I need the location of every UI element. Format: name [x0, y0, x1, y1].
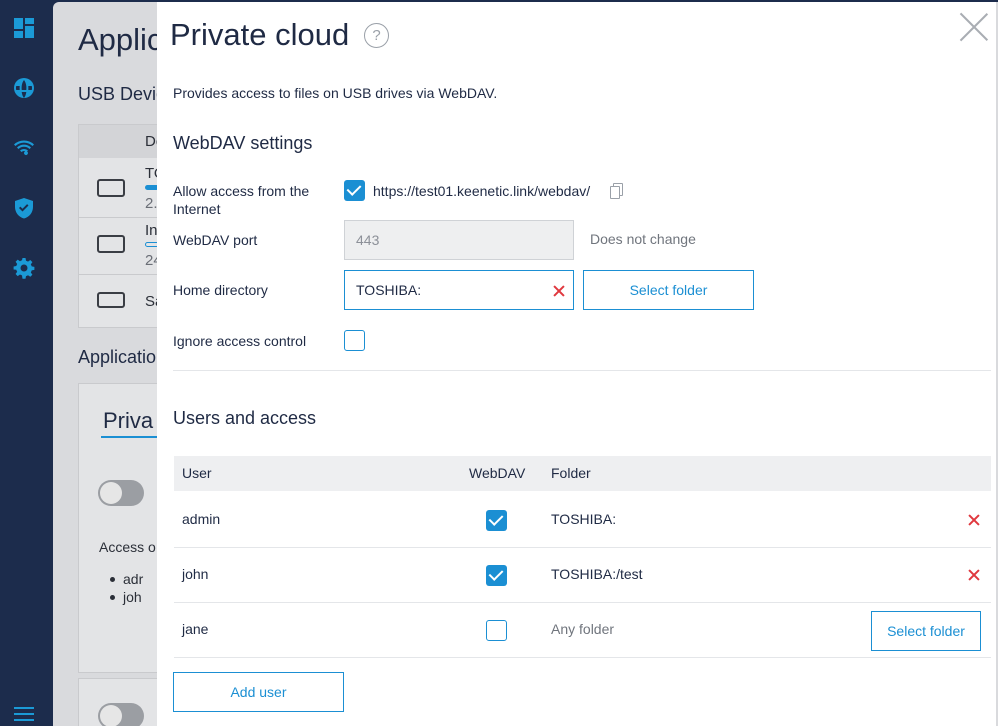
divider	[173, 370, 991, 371]
table-row: admin TOSHIBA:	[174, 493, 991, 548]
clear-icon[interactable]	[553, 285, 565, 297]
users-access-heading: Users and access	[173, 408, 317, 428]
webdav-port-label: WebDAV port	[173, 232, 258, 248]
list-item: adr	[123, 571, 144, 587]
webdav-port-input: 443	[344, 220, 574, 260]
webdav-settings-heading: WebDAV settings	[173, 133, 313, 153]
shield-icon[interactable]	[13, 197, 35, 219]
list-item: joh	[123, 589, 142, 605]
menu-icon[interactable]	[13, 703, 35, 725]
column-user: User	[182, 465, 212, 481]
wifi-icon[interactable]	[13, 136, 35, 158]
webdav-checkbox[interactable]	[486, 565, 507, 586]
private-cloud-panel: Private cloud ? Provides access to files…	[157, 2, 996, 726]
table-row: jane Any folder Select folder	[174, 603, 991, 658]
printer-icon	[97, 292, 125, 308]
column-folder: Folder	[551, 465, 591, 481]
user-name: john	[182, 566, 209, 582]
port-hint: Does not change	[590, 231, 696, 247]
applications-heading: Applicatio	[78, 347, 157, 367]
gear-icon[interactable]	[13, 257, 35, 279]
select-folder-button[interactable]: Select folder	[871, 611, 981, 651]
column-webdav: WebDAV	[469, 465, 526, 481]
globe-icon[interactable]	[13, 77, 35, 99]
panel-title: Private cloud	[170, 17, 350, 52]
select-folder-button[interactable]: Select folder	[583, 270, 754, 310]
app-card	[78, 678, 168, 726]
add-user-button[interactable]: Add user	[173, 672, 344, 712]
usb-devices-heading: USB Devic	[78, 84, 166, 104]
card-tab: Priva	[103, 408, 154, 433]
help-icon[interactable]: ?	[364, 23, 389, 48]
close-icon[interactable]	[959, 12, 989, 42]
user-folder: TOSHIBA:	[551, 511, 617, 527]
copy-icon[interactable]	[610, 183, 623, 199]
usb-devices-table: De TO 2.0 Int 24 Sa	[78, 124, 169, 328]
allow-access-label: Allow access from the Internet	[173, 183, 310, 217]
allow-access-checkbox[interactable]	[344, 180, 365, 201]
webdav-url: https://test01.keenetic.link/webdav/	[373, 183, 591, 199]
ignore-access-control-checkbox[interactable]	[344, 330, 365, 351]
nav-rail	[0, 0, 53, 726]
webdav-checkbox[interactable]	[486, 510, 507, 531]
webdav-checkbox[interactable]	[486, 620, 507, 641]
page-title: Applic	[78, 22, 163, 57]
drive-icon	[97, 235, 125, 253]
remove-icon[interactable]	[968, 514, 980, 526]
panel-description: Provides access to files on USB drives v…	[173, 85, 498, 101]
app-card: Priva Access o adr joh	[78, 383, 171, 673]
table-row: john TOSHIBA:/test	[174, 548, 991, 603]
home-directory-input[interactable]: TOSHIBA:	[344, 270, 574, 310]
access-text: Access o	[99, 539, 156, 555]
table-header: User WebDAV Folder	[174, 456, 991, 491]
dashboard-icon[interactable]	[13, 17, 35, 39]
user-folder: TOSHIBA:/test	[551, 566, 643, 582]
user-folder: Any folder	[551, 621, 615, 637]
user-name: admin	[182, 511, 221, 527]
drive-icon	[97, 179, 125, 197]
home-directory-label: Home directory	[173, 282, 268, 298]
toggle-switch[interactable]	[98, 703, 144, 726]
user-name: jane	[182, 621, 209, 637]
toggle-switch[interactable]	[98, 480, 144, 506]
remove-icon[interactable]	[968, 569, 980, 581]
ignore-access-control-label: Ignore access control	[173, 333, 307, 349]
